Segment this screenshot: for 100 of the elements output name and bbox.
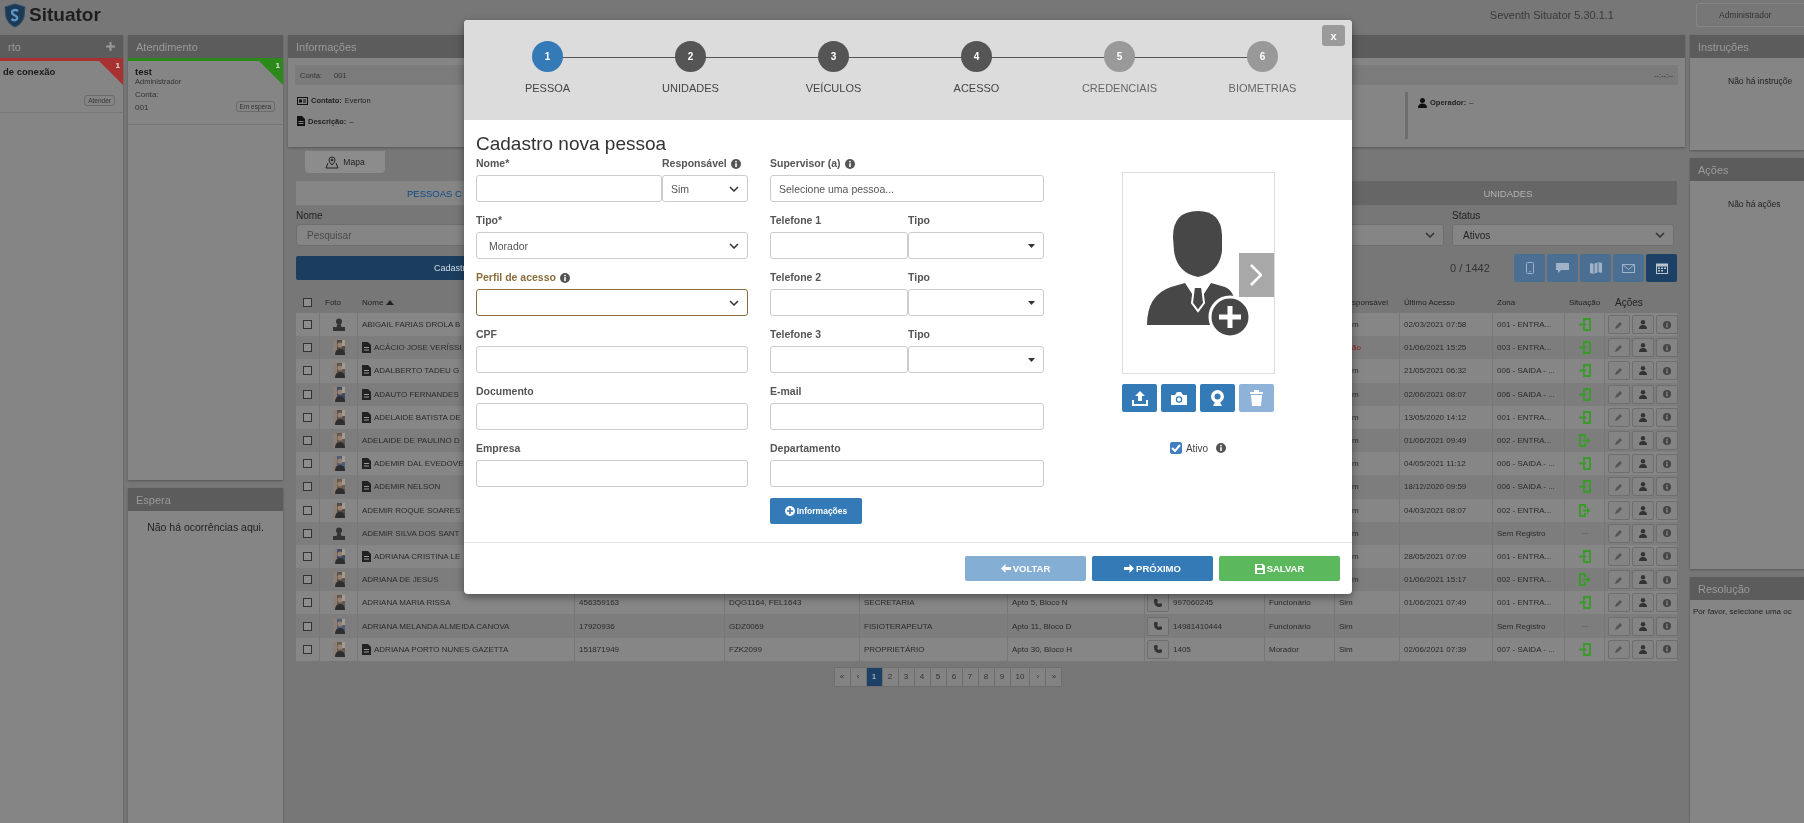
user-button[interactable] — [1632, 454, 1654, 474]
add-icon[interactable] — [1208, 295, 1252, 339]
info-button[interactable] — [1656, 500, 1678, 520]
user-button[interactable] — [1632, 338, 1654, 358]
edit-button[interactable] — [1608, 407, 1630, 427]
step-number[interactable]: 2 — [675, 41, 706, 72]
column-header[interactable]: Ações — [1615, 296, 1643, 308]
user-button[interactable] — [1632, 570, 1654, 590]
user-button[interactable] — [1632, 616, 1654, 636]
status-select[interactable]: Ativos — [1452, 224, 1674, 246]
info-button[interactable] — [1656, 384, 1678, 404]
edit-button[interactable] — [1608, 477, 1630, 497]
input-field[interactable] — [770, 403, 1044, 430]
step-label[interactable]: UNIDADES — [662, 82, 719, 94]
page-link[interactable]: « — [833, 666, 851, 687]
info-button[interactable] — [1656, 431, 1678, 451]
user-button[interactable] — [1632, 407, 1654, 427]
info-button[interactable] — [1656, 570, 1678, 590]
input-field[interactable] — [770, 460, 1044, 487]
sort-up-icon[interactable] — [386, 299, 395, 305]
input-field[interactable] — [476, 175, 662, 202]
column-header[interactable]: Foto — [325, 297, 341, 307]
row-checkbox[interactable] — [303, 436, 312, 446]
select-field[interactable]: Morador — [476, 232, 748, 259]
info-icon[interactable] — [559, 272, 570, 283]
user-button[interactable] — [1632, 500, 1654, 520]
row-checkbox[interactable] — [303, 366, 312, 376]
column-header[interactable]: Situação — [1569, 297, 1601, 307]
info-button[interactable] — [1656, 315, 1678, 335]
step-number[interactable]: 3 — [818, 41, 849, 72]
edit-button[interactable] — [1608, 546, 1630, 566]
row-checkbox[interactable] — [303, 621, 312, 631]
column-header[interactable]: Último Acesso — [1404, 297, 1455, 307]
edit-button[interactable] — [1608, 639, 1630, 659]
edit-button[interactable] — [1608, 338, 1630, 358]
info-button[interactable] — [1656, 361, 1678, 381]
edit-button[interactable] — [1608, 570, 1630, 590]
select-field[interactable] — [476, 289, 748, 316]
info-button[interactable] — [1656, 546, 1678, 566]
row-checkbox[interactable] — [303, 505, 312, 515]
map-button[interactable] — [1580, 254, 1611, 282]
column-header[interactable]: sponsável — [1352, 297, 1389, 307]
user-button[interactable] — [1632, 593, 1654, 613]
edit-button[interactable] — [1608, 361, 1630, 381]
info-icon[interactable] — [844, 158, 855, 169]
active-checkbox[interactable] — [1169, 442, 1182, 454]
row-checkbox[interactable] — [303, 644, 312, 654]
step-label[interactable]: ACESSO — [953, 82, 1000, 94]
edit-button[interactable] — [1608, 616, 1630, 636]
info-button[interactable] — [1656, 338, 1678, 358]
step-label[interactable]: VEÍCULOS — [805, 82, 862, 94]
phone-field[interactable] — [770, 346, 908, 373]
user-button[interactable] — [1632, 361, 1654, 381]
info-button[interactable] — [1656, 477, 1678, 497]
column-header[interactable]: Nome — [362, 297, 384, 307]
next-button[interactable]: PRÓXIMO — [1092, 556, 1213, 581]
edit-button[interactable] — [1608, 523, 1630, 543]
table-row[interactable]: ADRIANA MELANDA ALMEIDA CANOVA 17920936 GDZ0069 FISIOTERAPEUTA Apto 11, Bloco D 14981410444 Funcionário Sim Sem Registro — [296, 614, 1677, 638]
info-button[interactable] — [1656, 593, 1678, 613]
step-number[interactable]: 4 — [961, 41, 992, 72]
select-field[interactable]: Sim — [662, 175, 748, 202]
user-button[interactable] — [1632, 315, 1654, 335]
phone-field[interactable] — [770, 232, 908, 259]
info-button[interactable] — [1656, 639, 1678, 659]
plus-icon[interactable] — [106, 42, 115, 51]
edit-button[interactable] — [1608, 593, 1630, 613]
user-button[interactable] — [1632, 546, 1654, 566]
info-icon[interactable] — [1216, 443, 1227, 453]
info-button[interactable] — [1656, 407, 1678, 427]
row-checkbox[interactable] — [303, 528, 312, 538]
row-checkbox[interactable] — [303, 412, 312, 422]
camera-button[interactable] — [1161, 384, 1196, 412]
info-icon[interactable] — [730, 158, 741, 169]
message-button[interactable] — [1547, 254, 1578, 282]
upload-button[interactable] — [1122, 384, 1157, 412]
input-field[interactable] — [476, 403, 748, 430]
row-checkbox[interactable] — [303, 459, 312, 469]
more-info-button[interactable]: Informações — [770, 498, 862, 524]
map-button[interactable]: Mapa — [305, 151, 385, 173]
info-button[interactable] — [1656, 616, 1678, 636]
user-button[interactable] — [1632, 384, 1654, 404]
edit-button[interactable] — [1608, 500, 1630, 520]
calendar-button[interactable] — [1646, 254, 1677, 282]
row-checkbox[interactable] — [303, 389, 312, 399]
step-number[interactable]: 1 — [532, 41, 563, 72]
info-button[interactable] — [1656, 454, 1678, 474]
row-checkbox[interactable] — [303, 343, 312, 353]
column-header[interactable]: Zona — [1497, 297, 1516, 307]
row-checkbox[interactable] — [303, 482, 312, 492]
step-label[interactable]: PESSOA — [524, 82, 571, 94]
close-button[interactable]: x — [1322, 25, 1345, 46]
user-menu[interactable]: Administrador — [1696, 3, 1804, 27]
row-checkbox[interactable] — [303, 320, 312, 330]
page-link[interactable]: » — [1045, 666, 1063, 687]
edit-button[interactable] — [1608, 454, 1630, 474]
info-button[interactable] — [1656, 523, 1678, 543]
user-button[interactable] — [1632, 639, 1654, 659]
save-button[interactable]: SALVAR — [1219, 556, 1340, 581]
webcam-button[interactable] — [1200, 384, 1235, 412]
user-button[interactable] — [1632, 431, 1654, 451]
